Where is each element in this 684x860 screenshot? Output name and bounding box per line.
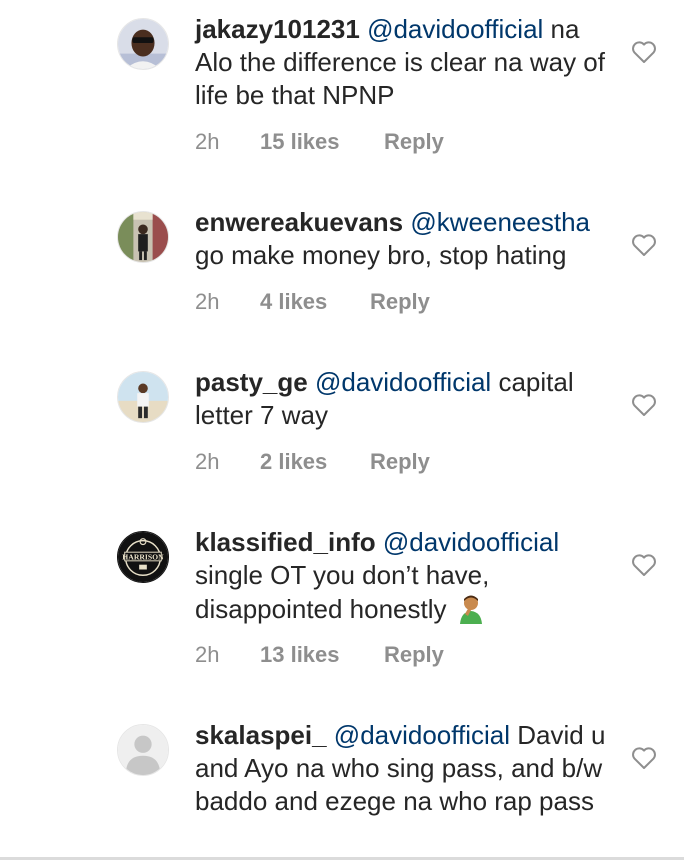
heart-icon bbox=[632, 747, 656, 769]
timestamp: 2h bbox=[195, 642, 220, 667]
comment-text: klassified_info @davidoofficial single O… bbox=[195, 526, 615, 626]
default-avatar-icon bbox=[118, 725, 168, 775]
avatar[interactable]: HARRISON bbox=[117, 531, 169, 583]
timestamp: 2h bbox=[195, 129, 220, 154]
heart-icon bbox=[632, 554, 656, 576]
like-button[interactable] bbox=[631, 393, 657, 417]
heart-icon bbox=[632, 234, 656, 256]
mention-link[interactable]: @davidoofficial bbox=[367, 14, 543, 44]
avatar[interactable] bbox=[117, 211, 169, 263]
like-button[interactable] bbox=[631, 553, 657, 577]
like-button[interactable] bbox=[631, 233, 657, 257]
reply-button[interactable]: Reply bbox=[370, 289, 430, 315]
mention-link[interactable]: @davidoofficial bbox=[383, 527, 559, 557]
comment-text: enwereakuevans @kweeneestha go make mone… bbox=[195, 206, 615, 272]
avatar-logo: HARRISON bbox=[118, 532, 168, 582]
comment-text: pasty_ge @davidoofficial capital letter … bbox=[195, 366, 615, 432]
avatar[interactable] bbox=[117, 371, 169, 423]
likes-count[interactable]: 15 likes bbox=[260, 129, 340, 155]
like-button[interactable] bbox=[631, 746, 657, 770]
avatar-photo bbox=[118, 212, 168, 262]
likes-count[interactable]: 2 likes bbox=[260, 449, 327, 475]
reply-button[interactable]: Reply bbox=[384, 642, 444, 668]
likes-count[interactable]: 4 likes bbox=[260, 289, 327, 315]
comment-body: single OT you don’t have, disappointed h… bbox=[195, 560, 490, 624]
reply-button[interactable]: Reply bbox=[384, 129, 444, 155]
avatar-photo bbox=[118, 372, 168, 422]
username[interactable]: skalaspei_ bbox=[195, 720, 327, 750]
like-button[interactable] bbox=[631, 40, 657, 64]
comment-body: go make money bro, stop hating bbox=[195, 240, 567, 270]
mention-link[interactable]: @davidoofficial bbox=[315, 367, 491, 397]
mention-link[interactable]: @kweeneestha bbox=[410, 207, 590, 237]
username[interactable]: enwereakuevans bbox=[195, 207, 403, 237]
username[interactable]: jakazy101231 bbox=[195, 14, 360, 44]
avatar-photo bbox=[118, 19, 168, 69]
heart-icon bbox=[632, 394, 656, 416]
comment-text: jakazy101231 @davidoofficial na Alo the … bbox=[195, 13, 615, 112]
avatar-logo-text: HARRISON bbox=[122, 552, 164, 561]
timestamp: 2h bbox=[195, 289, 220, 314]
username[interactable]: klassified_info bbox=[195, 527, 376, 557]
comment-text: skalaspei_ @davidoofficial David u and A… bbox=[195, 719, 615, 818]
likes-count[interactable]: 13 likes bbox=[260, 642, 340, 668]
heart-icon bbox=[632, 41, 656, 63]
reply-button[interactable]: Reply bbox=[370, 449, 430, 475]
timestamp: 2h bbox=[195, 449, 220, 474]
username[interactable]: pasty_ge bbox=[195, 367, 308, 397]
avatar[interactable] bbox=[117, 18, 169, 70]
mention-link[interactable]: @davidoofficial bbox=[334, 720, 510, 750]
man-facepalming-emoji bbox=[455, 592, 487, 624]
avatar[interactable] bbox=[117, 724, 169, 776]
